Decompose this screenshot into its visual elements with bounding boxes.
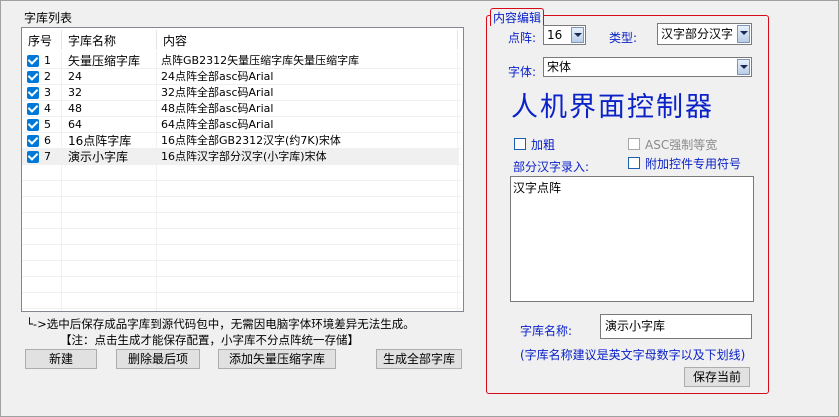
delete-last-button[interactable]: 删除最后项 — [116, 349, 200, 369]
library-name-label: 字库名称: — [520, 324, 573, 338]
save-current-button[interactable]: 保存当前 — [684, 367, 750, 387]
type-value: 汉字部分汉字 — [661, 27, 734, 41]
asc-monospace-checkbox[interactable] — [628, 138, 640, 150]
table-row[interactable]: 5 64 64点阵全部asc码Arial — [22, 117, 459, 133]
row-checkbox[interactable] — [27, 55, 39, 67]
row-name: 演示小字库 — [68, 150, 129, 164]
table-row[interactable]: 6 16点阵字库 16点阵全部GB2312汉字(约7K)宋体 — [22, 133, 459, 149]
row-index: 6 — [44, 134, 51, 147]
row-checkbox[interactable] — [27, 135, 39, 147]
dot-size-value: 16 — [547, 28, 563, 42]
row-checkbox[interactable] — [27, 151, 39, 163]
row-checkbox[interactable] — [27, 119, 39, 131]
add-vector-library-button[interactable]: 添加矢量压缩字库 — [218, 349, 336, 369]
library-name-hint: (字库名称建议是英文字母数字以及下划线) — [520, 348, 746, 362]
row-name: 48 — [68, 102, 82, 115]
row-checkbox[interactable] — [27, 103, 39, 115]
row-checkbox[interactable] — [27, 71, 39, 83]
row-content: 16点阵汉字部分汉字(小字库)宋体 — [161, 150, 327, 163]
row-content: 48点阵全部asc码Arial — [161, 102, 274, 115]
row-index: 2 — [44, 70, 51, 83]
row-content: 64点阵全部asc码Arial — [161, 118, 274, 131]
row-name: 24 — [68, 70, 82, 83]
row-name: 矢量压缩字库 — [68, 54, 141, 68]
partial-chars-textarea[interactable]: 汉字点阵 — [510, 176, 754, 302]
row-index: 5 — [44, 118, 51, 131]
generate-all-button[interactable]: 生成全部字库 — [376, 349, 462, 369]
type-label: 类型: — [609, 31, 638, 45]
chevron-down-icon[interactable] — [737, 59, 750, 75]
extra-symbols-checkbox[interactable] — [628, 157, 640, 169]
font-preview: 人机界面控制器 — [511, 92, 714, 123]
row-index: 3 — [44, 86, 51, 99]
partial-input-label: 部分汉字录入: — [513, 160, 590, 174]
dot-size-select[interactable]: 16 — [543, 25, 586, 45]
row-content: 24点阵全部asc码Arial — [161, 70, 274, 83]
list-header: 序号 字库名称 内容 — [22, 28, 463, 52]
extra-symbols-label: 附加控件专用符号 — [645, 157, 742, 171]
table-row[interactable]: 1 矢量压缩字库 点阵GB2312矢量压缩字库矢量压缩字库 — [22, 53, 459, 69]
font-value: 宋体 — [547, 60, 572, 74]
column-header-name[interactable]: 字库名称 — [62, 28, 157, 52]
generate-note: 【注：点击生成才能保存配置，小字库不分点阵统一存储】 — [60, 333, 359, 347]
table-row[interactable]: 2 24 24点阵全部asc码Arial — [22, 69, 459, 85]
row-index: 7 — [44, 150, 51, 163]
row-content: 16点阵全部GB2312汉字(约7K)宋体 — [161, 134, 341, 147]
row-content: 点阵GB2312矢量压缩字库矢量压缩字库 — [161, 54, 360, 67]
dot-size-label: 点阵: — [508, 31, 537, 45]
library-list[interactable]: 序号 字库名称 内容 1 矢量压缩字库 点阵GB2312矢量压缩字库矢量压缩字库… — [21, 27, 464, 312]
row-name: 64 — [68, 118, 82, 131]
save-note: └->选中后保存成品字库到源代码包中，无需因电脑字体环境差异无法生成。 — [26, 317, 415, 331]
table-row[interactable]: 3 32 32点阵全部asc码Arial — [22, 85, 459, 101]
table-row[interactable]: 4 48 48点阵全部asc码Arial — [22, 101, 459, 117]
new-button[interactable]: 新建 — [25, 349, 97, 369]
row-name: 32 — [68, 86, 82, 99]
type-select[interactable]: 汉字部分汉字 — [657, 23, 752, 45]
asc-monospace-label: ASC强制等宽 — [645, 138, 718, 152]
row-index: 4 — [44, 102, 51, 115]
table-row-selected[interactable]: 7 演示小字库 16点阵汉字部分汉字(小字库)宋体 — [22, 149, 459, 165]
bold-checkbox[interactable] — [514, 138, 526, 150]
row-content: 32点阵全部asc码Arial — [161, 86, 274, 99]
font-label: 字体: — [508, 65, 537, 79]
library-list-title: 字库列表 — [24, 11, 73, 25]
column-header-index[interactable]: 序号 — [22, 28, 62, 52]
row-checkbox[interactable] — [27, 87, 39, 99]
font-select[interactable]: 宋体 — [543, 57, 752, 77]
chevron-down-icon[interactable] — [571, 27, 584, 43]
column-header-content[interactable]: 内容 — [157, 28, 457, 52]
bold-label: 加粗 — [531, 138, 556, 152]
chevron-down-icon[interactable] — [737, 25, 750, 43]
content-editor-title: 内容编辑 — [490, 8, 545, 26]
row-index: 1 — [44, 54, 51, 67]
library-name-input[interactable]: 演示小字库 — [600, 314, 752, 339]
row-name: 16点阵字库 — [68, 134, 132, 148]
